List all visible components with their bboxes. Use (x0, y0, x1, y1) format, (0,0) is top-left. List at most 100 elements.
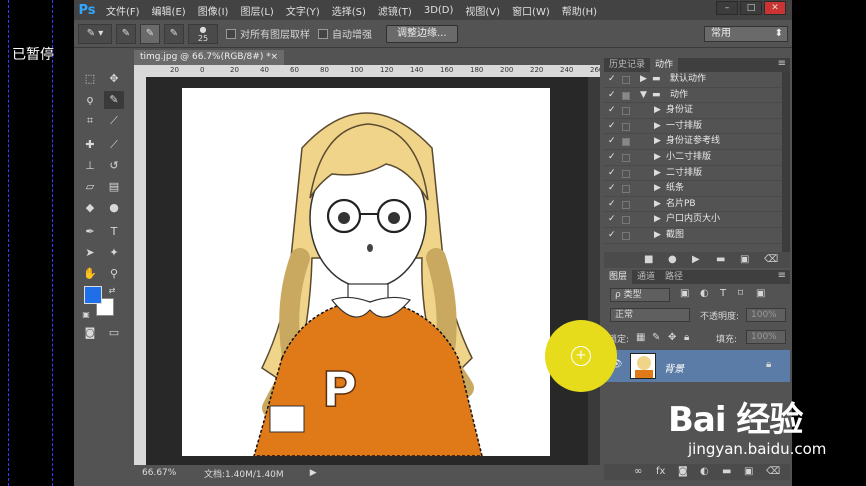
foreground-color-swatch[interactable] (84, 286, 102, 304)
clone-stamp-tool-icon[interactable]: ⊥ (80, 157, 100, 175)
menu-type[interactable]: 文字(Y) (280, 3, 326, 18)
quick-mask-icon[interactable]: ◙ (80, 324, 100, 342)
tab-actions[interactable]: 动作 (650, 58, 679, 72)
zoom-tool-icon[interactable]: ⚲ (104, 265, 124, 283)
menu-help[interactable]: 帮助(H) (556, 3, 603, 18)
minimize-button[interactable]: – (716, 1, 738, 15)
check-icon[interactable]: ✓ (608, 119, 616, 134)
screen-mode-icon[interactable]: ▭ (104, 324, 124, 342)
new-action-icon[interactable]: ▣ (740, 254, 749, 265)
actions-scrollbar[interactable] (782, 72, 790, 252)
check-icon[interactable]: ✓ (608, 181, 616, 196)
action-row[interactable]: ✓ ▼ ▬ 动作 (604, 88, 782, 104)
new-group-icon[interactable]: ▬ (722, 466, 731, 477)
action-row[interactable]: ✓ ▶ 纸条 (604, 181, 782, 197)
tab-paths[interactable]: 路径 (660, 270, 688, 284)
action-row[interactable]: ✓ ▶ 身份证 (604, 103, 782, 119)
panel-menu-icon[interactable]: ≡ (778, 58, 786, 69)
close-button[interactable]: ✕ (764, 1, 786, 15)
menu-select[interactable]: 选择(S) (326, 3, 372, 18)
check-icon[interactable]: ✓ (608, 88, 616, 103)
check-icon[interactable]: ✓ (608, 166, 616, 181)
expand-arrow-icon[interactable]: ▶ (654, 119, 661, 134)
action-row[interactable]: ✓ ▶ 小二寸排版 (604, 150, 782, 166)
crop-tool-icon[interactable]: ⌗ (80, 112, 100, 130)
dialog-toggle[interactable] (622, 138, 630, 147)
auto-enhance-checkbox[interactable] (318, 28, 328, 39)
filter-smart-object-icon[interactable]: ▣ (756, 288, 765, 299)
layer-style-icon[interactable]: fx (656, 466, 665, 477)
marquee-tool-icon[interactable]: ⬚ (80, 70, 100, 88)
expand-arrow-icon[interactable]: ▶ (654, 212, 661, 227)
adjustment-layer-icon[interactable]: ◐ (700, 466, 709, 477)
dialog-toggle[interactable] (622, 91, 630, 100)
history-brush-tool-icon[interactable]: ↺ (104, 157, 124, 175)
layer-kind-filter[interactable]: ρ 类型 (610, 288, 670, 302)
opacity-input[interactable]: 100% (746, 308, 786, 322)
check-icon[interactable]: ✓ (608, 134, 616, 149)
dialog-toggle[interactable] (622, 169, 630, 178)
menu-layer[interactable]: 图层(L) (234, 3, 279, 18)
expand-arrow-icon[interactable]: ▶ (654, 228, 661, 243)
stop-icon[interactable]: ■ (644, 254, 653, 265)
blend-mode-select[interactable]: 正常 (610, 308, 690, 322)
new-set-icon[interactable]: ▬ (716, 254, 725, 265)
new-layer-icon[interactable]: ▣ (744, 466, 753, 477)
tab-channels[interactable]: 通道 (632, 270, 660, 284)
dodge-tool-icon[interactable]: ● (104, 199, 124, 217)
lock-all-icon[interactable]: 🔒︎ (684, 332, 689, 343)
expand-arrow-icon[interactable]: ▶ (654, 150, 661, 165)
fill-input[interactable]: 100% (746, 330, 786, 344)
menu-file[interactable]: 文件(F) (100, 3, 146, 18)
record-icon[interactable]: ● (668, 254, 677, 265)
filter-shape-icon[interactable]: ⌑ (738, 288, 743, 299)
lasso-tool-icon[interactable]: ϙ (80, 91, 100, 109)
type-tool-icon[interactable]: T (104, 223, 124, 241)
refine-edge-button[interactable]: 调整边缘... (386, 24, 458, 43)
document-tab[interactable]: timg.jpg @ 66.7%(RGB/8#) * × (134, 50, 284, 65)
sample-all-layers-checkbox[interactable] (226, 28, 236, 39)
eyedropper-tool-icon[interactable]: ⟋ (104, 112, 124, 130)
close-document-icon[interactable]: × (270, 50, 278, 65)
status-menu-icon[interactable]: ▶ (284, 468, 317, 478)
path-selection-tool-icon[interactable]: ➤ (80, 244, 100, 262)
eraser-tool-icon[interactable]: ▱ (80, 178, 100, 196)
workspace-select[interactable]: 常用 ⬍ (704, 26, 788, 42)
action-row[interactable]: ✓ ▶ ▬ 默认动作 (604, 72, 782, 88)
collapse-arrow-icon[interactable]: ▼ (640, 88, 647, 103)
expand-arrow-icon[interactable]: ▶ (640, 72, 647, 87)
menu-window[interactable]: 窗口(W) (506, 3, 556, 18)
shape-tool-icon[interactable]: ✦ (104, 244, 124, 262)
menu-image[interactable]: 图像(I) (192, 3, 235, 18)
action-row[interactable]: ✓ ▶ 二寸排版 (604, 166, 782, 182)
brush-tool-icon[interactable]: ⟋ (104, 136, 124, 154)
check-icon[interactable]: ✓ (608, 228, 616, 243)
add-mask-icon[interactable]: ◙ (678, 466, 688, 477)
action-row[interactable]: ✓ ▶ 名片PB (604, 197, 782, 213)
image-canvas[interactable]: P (182, 88, 550, 456)
swap-colors-icon[interactable]: ⇄ (106, 282, 118, 300)
tab-layers[interactable]: 图层 (604, 270, 633, 284)
blur-tool-icon[interactable]: ◆ (80, 199, 100, 217)
pen-tool-icon[interactable]: ✒ (80, 223, 100, 241)
check-icon[interactable]: ✓ (608, 103, 616, 118)
subtract-from-selection-button[interactable]: ✎ (164, 23, 184, 44)
filter-adjustment-icon[interactable]: ◐ (700, 288, 709, 299)
menu-filter[interactable]: 滤镜(T) (372, 3, 418, 18)
expand-arrow-icon[interactable]: ▶ (654, 103, 661, 118)
check-icon[interactable]: ✓ (608, 197, 616, 212)
restore-button[interactable]: □ (740, 1, 762, 15)
quick-selection-tool-icon[interactable]: ✎ (104, 91, 124, 109)
expand-arrow-icon[interactable]: ▶ (654, 181, 661, 196)
check-icon[interactable]: ✓ (608, 72, 616, 87)
dialog-toggle[interactable] (622, 154, 630, 162)
dialog-toggle[interactable] (622, 216, 630, 225)
lock-position-icon[interactable]: ✥ (668, 332, 676, 343)
panel-menu-icon[interactable]: ≡ (778, 270, 786, 281)
menu-3d[interactable]: 3D(D) (418, 5, 460, 16)
move-tool-icon[interactable]: ✥ (104, 70, 124, 88)
gradient-tool-icon[interactable]: ▤ (104, 178, 124, 196)
expand-arrow-icon[interactable]: ▶ (654, 197, 661, 212)
action-row[interactable]: ✓ ▶ 截图 (604, 228, 782, 244)
dialog-toggle[interactable] (622, 122, 630, 131)
